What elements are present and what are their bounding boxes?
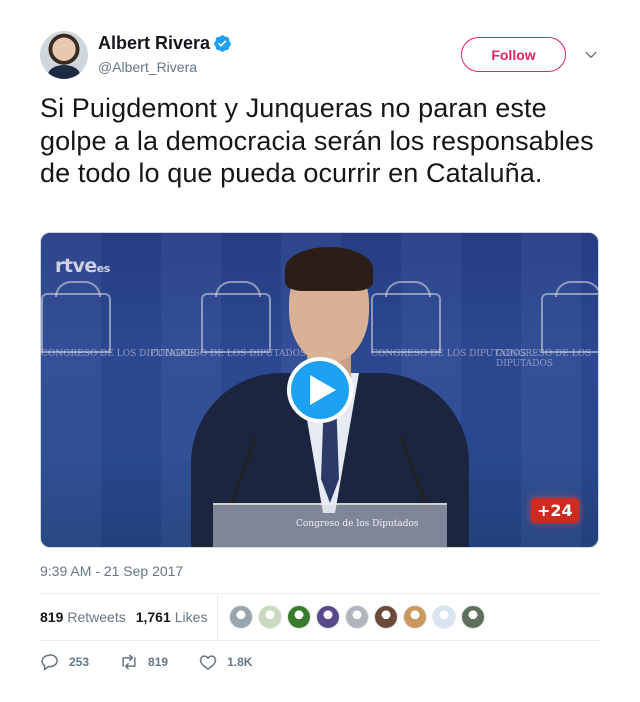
liker-avatar[interactable] (403, 605, 427, 629)
liker-avatar[interactable] (316, 605, 340, 629)
retweets-label: Retweets (67, 608, 126, 625)
liker-avatar[interactable] (258, 605, 282, 629)
like-count: 1.8K (227, 655, 253, 669)
crest-emblem (201, 281, 271, 353)
retweet-count: 819 (148, 655, 169, 669)
follow-button[interactable]: Follow (461, 37, 566, 72)
reply-icon (41, 654, 58, 671)
author-handle[interactable]: @Albert_Rivera (98, 59, 197, 75)
tweet-stats: 819 Retweets 1,761 Likes (40, 593, 600, 640)
crest-emblem (541, 281, 598, 353)
crest-emblem (371, 281, 441, 353)
tweet-actions: 253 819 1.8K (40, 652, 282, 672)
likes-stat[interactable]: 1,761 Likes (136, 609, 208, 625)
retweet-icon (122, 654, 136, 670)
heart-icon (199, 655, 217, 670)
retweet-button[interactable]: 819 (119, 652, 168, 672)
liker-avatar[interactable] (461, 605, 485, 629)
channel-24-badge: +24 (531, 498, 579, 523)
author-avatar[interactable] (40, 31, 88, 79)
crest-caption: CONGRESO DE LOS DIPUTADOS (151, 349, 307, 359)
verified-badge-icon (214, 35, 231, 52)
video-player[interactable]: CONGRESO DE LOS DIPUTADOS CONGRESO DE LO… (40, 232, 599, 548)
retweets-count: 819 (40, 608, 64, 625)
liker-avatar[interactable] (374, 605, 398, 629)
liker-avatar[interactable] (432, 605, 456, 629)
rtve-logo-text: rtve (55, 255, 97, 277)
likes-label: Likes (174, 608, 208, 625)
tweet-timestamp[interactable]: 9:39 AM - 21 Sep 2017 (40, 563, 183, 579)
rtve-logo: rtvees (55, 255, 110, 277)
play-icon (310, 375, 336, 405)
podium-label: Congreso de los Diputados (296, 519, 419, 529)
crest-emblem (41, 281, 111, 353)
like-button[interactable]: 1.8K (198, 652, 252, 672)
tweet-text: Si Puigdemont y Junqueras no paran este … (40, 93, 594, 188)
stats-separator (217, 593, 218, 640)
crest-caption: CONGRESO DE LOS DIPUTADOS (496, 349, 592, 369)
play-button[interactable] (287, 357, 353, 423)
rtve-logo-suffix: es (96, 262, 111, 275)
liker-avatars (229, 605, 490, 629)
chevron-down-icon[interactable] (584, 48, 598, 62)
liker-avatar[interactable] (345, 605, 369, 629)
retweets-stat[interactable]: 819 Retweets (40, 609, 126, 625)
author-name[interactable]: Albert Rivera (98, 33, 210, 54)
speaker-hair (285, 247, 373, 291)
liker-avatar[interactable] (229, 605, 253, 629)
reply-count: 253 (69, 655, 90, 669)
divider (40, 640, 600, 641)
liker-avatar[interactable] (287, 605, 311, 629)
likes-count: 1,761 (135, 608, 171, 625)
reply-button[interactable]: 253 (40, 652, 89, 672)
